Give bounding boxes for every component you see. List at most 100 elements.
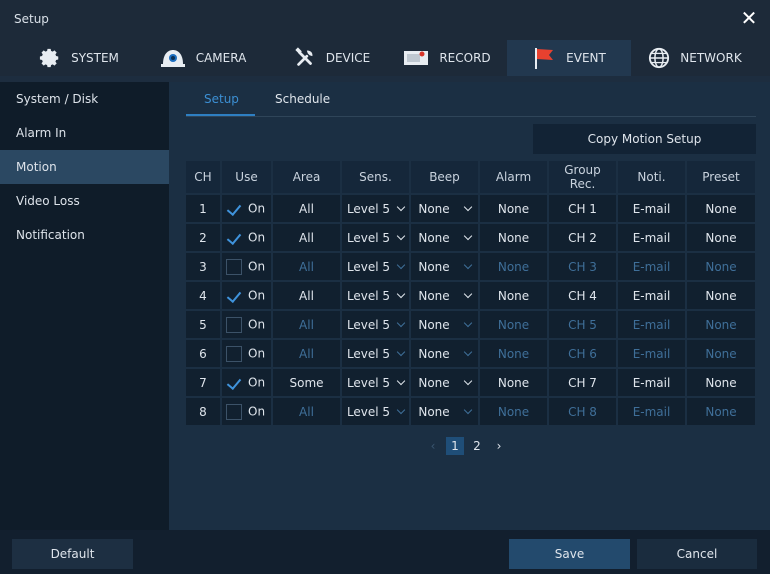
cell-alarm[interactable]: None — [479, 339, 549, 369]
sidebar-item-video-loss[interactable]: Video Loss — [0, 184, 169, 218]
sens-select[interactable]: Level 5 — [347, 318, 406, 332]
tab-network[interactable]: NETWORK — [640, 40, 750, 76]
cell-noti[interactable]: E-mail — [617, 281, 687, 311]
cell-beep: None — [410, 397, 480, 427]
copy-motion-setup-button[interactable]: Copy Motion Setup — [533, 124, 756, 154]
cell-group-rec[interactable]: CH 1 — [548, 194, 618, 224]
cell-noti[interactable]: E-mail — [617, 252, 687, 282]
sens-value: Level 5 — [346, 259, 391, 274]
beep-select[interactable]: None — [418, 375, 472, 390]
cell-alarm[interactable]: None — [479, 252, 549, 282]
cell-alarm[interactable]: None — [479, 281, 549, 311]
cell-area[interactable]: Some — [272, 368, 342, 398]
default-button[interactable]: Default — [12, 539, 133, 569]
use-checkbox[interactable] — [226, 288, 242, 304]
sens-select[interactable]: Level 5 — [347, 231, 406, 245]
beep-select[interactable]: None — [418, 405, 472, 419]
cell-preset[interactable]: None — [686, 223, 757, 253]
sidebar-item-system-disk[interactable]: System / Disk — [0, 82, 169, 116]
cell-preset[interactable]: None — [686, 194, 757, 224]
beep-select[interactable]: None — [418, 289, 472, 303]
cell-preset[interactable]: None — [686, 339, 757, 369]
cell-noti[interactable]: E-mail — [617, 397, 687, 427]
cell-area[interactable]: All — [272, 339, 342, 369]
cell-preset[interactable]: None — [686, 368, 757, 398]
sidebar-item-notification[interactable]: Notification — [0, 218, 169, 252]
subtab-schedule[interactable]: Schedule — [275, 92, 330, 106]
tab-event[interactable]: EVENT — [507, 40, 631, 76]
beep-select[interactable]: None — [418, 231, 472, 245]
cell-group-rec[interactable]: CH 8 — [548, 397, 618, 427]
sens-select[interactable]: Level 5 — [347, 405, 406, 419]
cell-alarm[interactable]: None — [479, 397, 549, 427]
sens-select[interactable]: Level 5 — [347, 289, 406, 303]
use-checkbox[interactable] — [226, 316, 242, 333]
cell-noti[interactable]: E-mail — [617, 368, 687, 398]
cell-preset[interactable]: None — [686, 252, 757, 282]
cell-alarm[interactable]: None — [479, 194, 549, 224]
cell-preset[interactable]: None — [686, 397, 757, 427]
use-checkbox[interactable] — [226, 258, 242, 275]
beep-value: None — [418, 375, 450, 390]
cell-area[interactable]: All — [272, 223, 342, 253]
subtab-setup[interactable]: Setup — [204, 92, 239, 106]
cell-area[interactable]: All — [272, 397, 342, 427]
use-checkbox[interactable] — [226, 201, 242, 217]
prev-page-button[interactable]: ‹ — [424, 437, 442, 455]
use-checkbox[interactable] — [226, 345, 242, 362]
beep-select[interactable]: None — [418, 347, 472, 361]
cell-alarm[interactable]: None — [479, 368, 549, 398]
tab-device[interactable]: DEVICE — [277, 40, 387, 76]
use-checkbox[interactable] — [226, 230, 242, 246]
page-2-button[interactable]: 2 — [468, 437, 486, 455]
title-bar: Setup ✕ — [0, 0, 770, 40]
cell-area[interactable]: All — [272, 194, 342, 224]
tab-camera[interactable]: CAMERA — [148, 40, 258, 76]
tab-system[interactable]: SYSTEM — [24, 40, 134, 76]
cell-group-rec[interactable]: CH 6 — [548, 339, 618, 369]
tab-label: EVENT — [566, 51, 606, 65]
save-button[interactable]: Save — [509, 539, 630, 569]
beep-select[interactable]: None — [418, 260, 472, 274]
cell-group-rec[interactable]: CH 2 — [548, 223, 618, 253]
sens-select[interactable]: Level 5 — [346, 375, 406, 390]
cell-use: On — [221, 310, 273, 340]
cell-area[interactable]: All — [272, 252, 342, 282]
sens-select[interactable]: Level 5 — [347, 347, 406, 361]
cell-area[interactable]: All — [272, 310, 342, 340]
cell-preset[interactable]: None — [686, 281, 757, 311]
use-label: On — [248, 346, 266, 360]
cell-alarm[interactable]: None — [479, 310, 549, 340]
cell-use: On — [221, 194, 273, 224]
col-header-beep: Beep — [410, 161, 480, 195]
sidebar-item-motion[interactable]: Motion — [0, 150, 169, 184]
cell-group-rec[interactable]: CH 3 — [548, 252, 618, 282]
cell-noti[interactable]: E-mail — [617, 310, 687, 340]
cell-area[interactable]: All — [272, 281, 342, 311]
tab-record[interactable]: RECORD — [392, 40, 502, 76]
cell-group-rec[interactable]: CH 5 — [548, 310, 618, 340]
cell-group-rec[interactable]: CH 7 — [548, 368, 618, 398]
cell-group-rec[interactable]: CH 4 — [548, 281, 618, 311]
sidebar-item-alarm-in[interactable]: Alarm In — [0, 116, 169, 150]
chevron-down-icon — [463, 260, 472, 269]
sens-select[interactable]: Level 5 — [346, 259, 406, 274]
chevron-down-icon — [463, 376, 472, 385]
use-checkbox[interactable] — [226, 375, 242, 391]
sens-select[interactable]: Level 5 — [347, 202, 406, 216]
cell-sens: Level 5 — [341, 252, 411, 282]
beep-select[interactable]: None — [418, 318, 472, 332]
use-checkbox[interactable] — [226, 403, 242, 420]
cell-noti[interactable]: E-mail — [617, 339, 687, 369]
cancel-button[interactable]: Cancel — [637, 539, 757, 569]
sens-value: Level 5 — [346, 375, 391, 390]
cell-preset[interactable]: None — [686, 310, 757, 340]
cell-alarm[interactable]: None — [479, 223, 549, 253]
page-1-button[interactable]: 1 — [446, 437, 464, 455]
beep-select[interactable]: None — [418, 202, 472, 216]
tab-label: SYSTEM — [71, 51, 119, 65]
next-page-button[interactable]: › — [490, 437, 508, 455]
cell-noti[interactable]: E-mail — [617, 194, 687, 224]
cell-noti[interactable]: E-mail — [617, 223, 687, 253]
close-icon[interactable]: ✕ — [740, 8, 758, 28]
